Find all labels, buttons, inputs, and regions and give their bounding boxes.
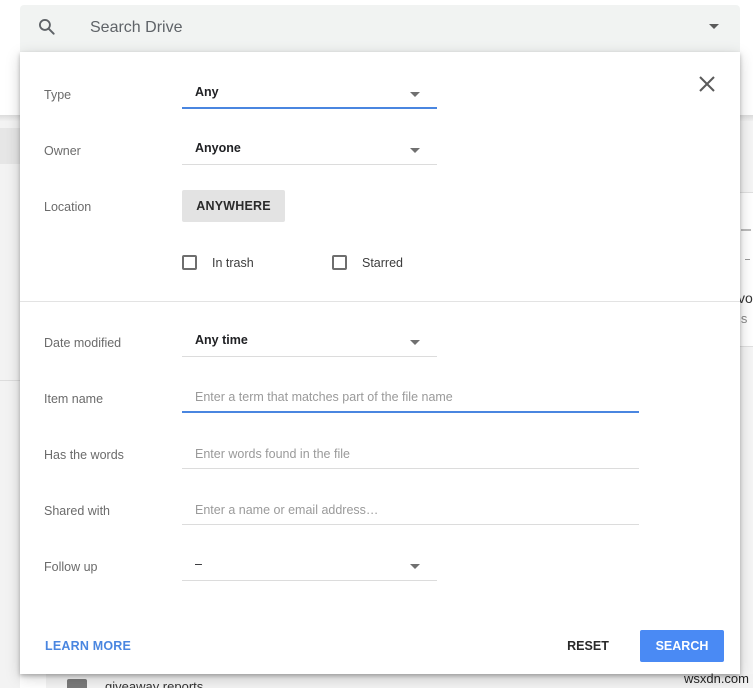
follow-up-label: Follow up [44,560,98,574]
search-icon[interactable] [37,17,57,37]
search-bar[interactable]: Search Drive [20,5,740,52]
reset-button[interactable]: RESET [554,630,622,662]
has-words-label: Has the words [44,448,124,462]
location-label: Location [44,200,92,214]
learn-more-link[interactable]: LEARN MORE [45,639,131,653]
type-value: Any [195,85,219,99]
in-trash-label: In trash [212,255,254,270]
file-thumbnail-text [745,259,750,260]
location-button[interactable]: ANYWHERE [182,190,285,222]
caret-down-icon[interactable] [709,24,719,29]
sidebar-selected-item[interactable] [0,128,20,164]
search-button[interactable]: SEARCH [640,630,724,662]
owner-select[interactable]: Anyone [182,135,437,165]
owner-label: Owner [44,144,81,158]
in-trash-checkbox[interactable]: In trash [182,255,254,270]
caret-down-icon [410,148,420,153]
follow-up-value: – [195,557,202,571]
follow-up-select[interactable]: – [182,551,437,581]
caret-down-icon [410,564,420,569]
shared-with-label: Shared with [44,504,111,518]
has-words-input[interactable] [182,439,639,468]
item-name-input[interactable] [182,383,639,411]
type-select[interactable]: Any [182,79,437,109]
caret-down-icon [410,340,420,345]
shared-with-field[interactable] [182,495,639,525]
item-name-field[interactable] [182,383,639,413]
checkbox-icon[interactable] [182,255,197,270]
caret-down-icon [410,92,420,97]
watermark: wsxdn.com [683,671,749,686]
starred-checkbox[interactable]: Starred [332,255,403,270]
file-card-title: vo [738,290,753,306]
drive-page: vo is giveaway reports Search Drive Type… [0,0,753,688]
close-icon[interactable] [696,73,718,95]
checkbox-icon[interactable] [332,255,347,270]
starred-label: Starred [362,255,403,270]
folder-icon [67,679,87,688]
date-modified-value: Any time [195,333,248,347]
date-modified-select[interactable]: Any time [182,327,437,357]
advanced-search-panel: Type Any Owner Anyone Location ANYWHERE … [20,52,740,674]
file-thumbnail-text [741,229,751,231]
date-modified-label: Date modified [44,336,122,350]
type-label: Type [44,88,72,102]
sidebar-divider [0,380,20,381]
has-words-field[interactable] [182,439,639,469]
sidebar-background [0,121,20,688]
search-input[interactable]: Search Drive [90,19,182,37]
section-divider [20,301,740,302]
folder-name: giveaway reports [105,679,204,688]
shared-with-input[interactable] [182,495,639,524]
owner-value: Anyone [195,141,241,155]
item-name-label: Item name [44,392,104,406]
